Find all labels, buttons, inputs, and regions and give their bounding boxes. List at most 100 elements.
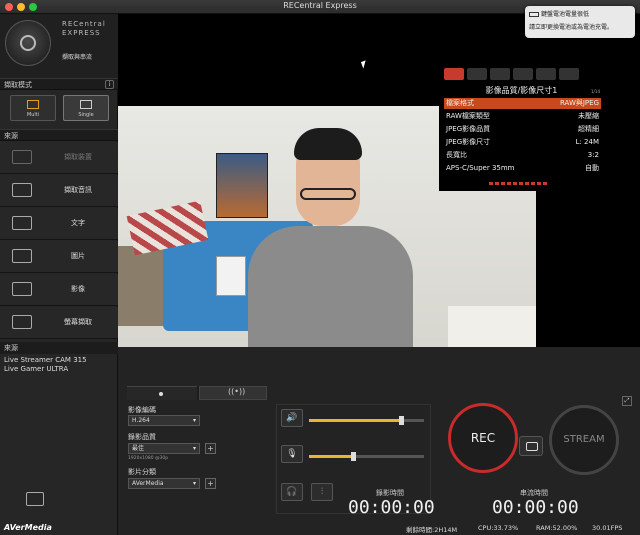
speaker-volume-fill [309,419,401,422]
tab-stream-settings[interactable]: ((•)) [199,386,267,400]
speaker-volume-knob[interactable] [399,416,404,425]
mic-volume-slider[interactable] [309,452,424,461]
camera-menu-row: APS-C/Super 35mm 自動 [444,163,601,174]
multi-mode-button[interactable]: Multi [10,95,56,121]
resolution-note: 1920x1080 @30p [128,456,169,461]
shelf [118,246,166,326]
camera-tab-1-icon [444,68,464,80]
single-mode-icon [80,100,92,109]
single-mode-label: Single [78,112,94,118]
speaker-icon[interactable]: 🔊 [281,409,303,427]
battery-notification[interactable]: 鍵盤電池電量很低 請立即更換電池或為電池充電。 [525,6,635,38]
quality-value: 最佳 [132,445,145,452]
camera-menu-key: APS-C/Super 35mm [446,164,515,172]
wall-painting [216,153,268,218]
video-icon [12,282,32,296]
audio-capture-icon [12,183,32,197]
screen-capture-button[interactable]: 螢幕擷取 [0,307,118,339]
headphones-icon[interactable]: 🎧 [281,483,303,501]
text-source-label: 文字 [71,219,85,227]
multi-mode-icon [27,100,39,109]
camera-menu-key: 長寬比 [446,151,467,159]
audio-capture-label: 擷取音訊 [64,186,92,194]
camera-menu-key: 檔案格式 [446,99,474,107]
category-select[interactable]: AVerMedia ▾ [128,478,200,489]
video-source-label: 影像 [71,285,85,293]
stream-time-value: 00:00:00 [492,497,579,518]
mode-heading: 擷取與串流 [62,54,93,61]
camera-menu-key: JPEG影像品質 [446,125,491,133]
chevron-down-icon: ▾ [192,445,196,452]
camera-icon [526,442,538,451]
sidebar: RECentral EXPRESS 擷取與串流 擷取模式 i Multi Sin… [0,14,118,535]
screen-capture-label: 螢幕擷取 [64,318,92,326]
screen-capture-icon [12,315,32,329]
quality-label: 錄影品質 [128,433,156,441]
camera-menu-scrollbar [489,182,549,185]
info-icon[interactable]: i [105,80,114,89]
quality-select[interactable]: 最佳 ▾ [128,443,200,454]
speaker-volume-slider[interactable] [309,416,424,425]
camera-menu-value: L: 24M [575,138,599,146]
toolbox-tab-icon [536,68,556,80]
tab-record-settings[interactable] [127,386,197,400]
list-item[interactable]: Live Gamer ULTRA [0,365,118,374]
brand-name: RECentral EXPRESS [62,20,106,38]
category-label: 影片分類 [128,468,156,476]
audio-capture-button[interactable]: 擷取音訊 [0,175,118,207]
camera-menu-title: 影像品質/影像尺寸1 [485,86,558,95]
add-camera-icon[interactable] [26,492,44,506]
rec-button-label: REC [470,431,496,445]
stream-button-label: STREAM [563,434,605,445]
source-header: 來源 [0,129,118,141]
status-bar: 剩餘時間:2H14M CPU:33.73% RAM:52.00% 30.01FP… [118,524,640,535]
brand-footer: AVerMedia [4,523,52,532]
fullscreen-icon[interactable]: ⤢ [622,396,632,406]
remaining-time: 剩餘時間:2H14M [406,526,458,534]
camera-menu-value: 超精細 [578,125,599,133]
playback-tab-icon [513,68,533,80]
text-icon [12,216,32,230]
person-hair [294,128,362,160]
app-logo-icon [5,20,51,66]
rec-time-value: 00:00:00 [348,497,435,518]
mixer-icon[interactable]: ⫶ [311,483,333,501]
snapshot-button[interactable] [519,436,543,456]
capture-mode-header-label: 擷取模式 [4,81,32,89]
tablet [216,256,246,296]
list-item[interactable]: Live Streamer CAM 315 [0,356,118,365]
add-category-button[interactable]: + [205,478,216,489]
single-mode-button[interactable]: Single [63,95,109,121]
camera-menu-page: 1/14 [591,89,600,94]
add-quality-button[interactable]: + [205,443,216,454]
encoder-select[interactable]: H.264 ▾ [128,415,200,426]
mic-volume-knob[interactable] [350,452,356,461]
camera-tab-2-icon [467,68,487,80]
ram-usage: RAM:52.00% [536,524,578,532]
image-source-button[interactable]: 圖片 [0,241,118,273]
camera-menu-value: 自動 [585,164,599,172]
camera-menu-row: JPEG影像品質 超精細 [444,124,601,135]
capture-device-icon [12,150,32,164]
camera-menu-tabs [444,68,602,82]
capture-device-button[interactable]: 擷取裝置 [0,142,118,174]
star-tab-icon [559,68,579,80]
floor [448,306,536,347]
text-source-button[interactable]: 文字 [0,208,118,240]
camera-menu-value: RAW與JPEG [559,99,599,107]
capture-mode-header: 擷取模式 i [0,78,118,90]
chevron-down-icon: ▾ [192,417,196,424]
camera-menu-row: 長寬比 3:2 [444,150,601,161]
camera-menu-row: JPEG影像尺寸 L: 24M [444,137,601,148]
camera-menu-row: 檔案格式 RAW與JPEG [444,98,601,109]
video-preview[interactable]: 影像品質/影像尺寸1 1/14 檔案格式 RAW與JPEG RAW檔案類型 未壓… [118,14,640,347]
chevron-down-icon: ▾ [192,480,196,487]
record-dot-icon [159,392,163,396]
video-source-button[interactable]: 影像 [0,274,118,306]
person-torso [248,226,413,347]
encoder-value: H.264 [132,417,150,424]
source-list: Live Streamer CAM 315 Live Gamer ULTRA [0,356,118,374]
microphone-icon[interactable]: 🎙 [281,445,303,463]
brand-line-2: EXPRESS [62,29,101,37]
notification-body: 請立即更換電池或為電池充電。 [529,24,614,31]
